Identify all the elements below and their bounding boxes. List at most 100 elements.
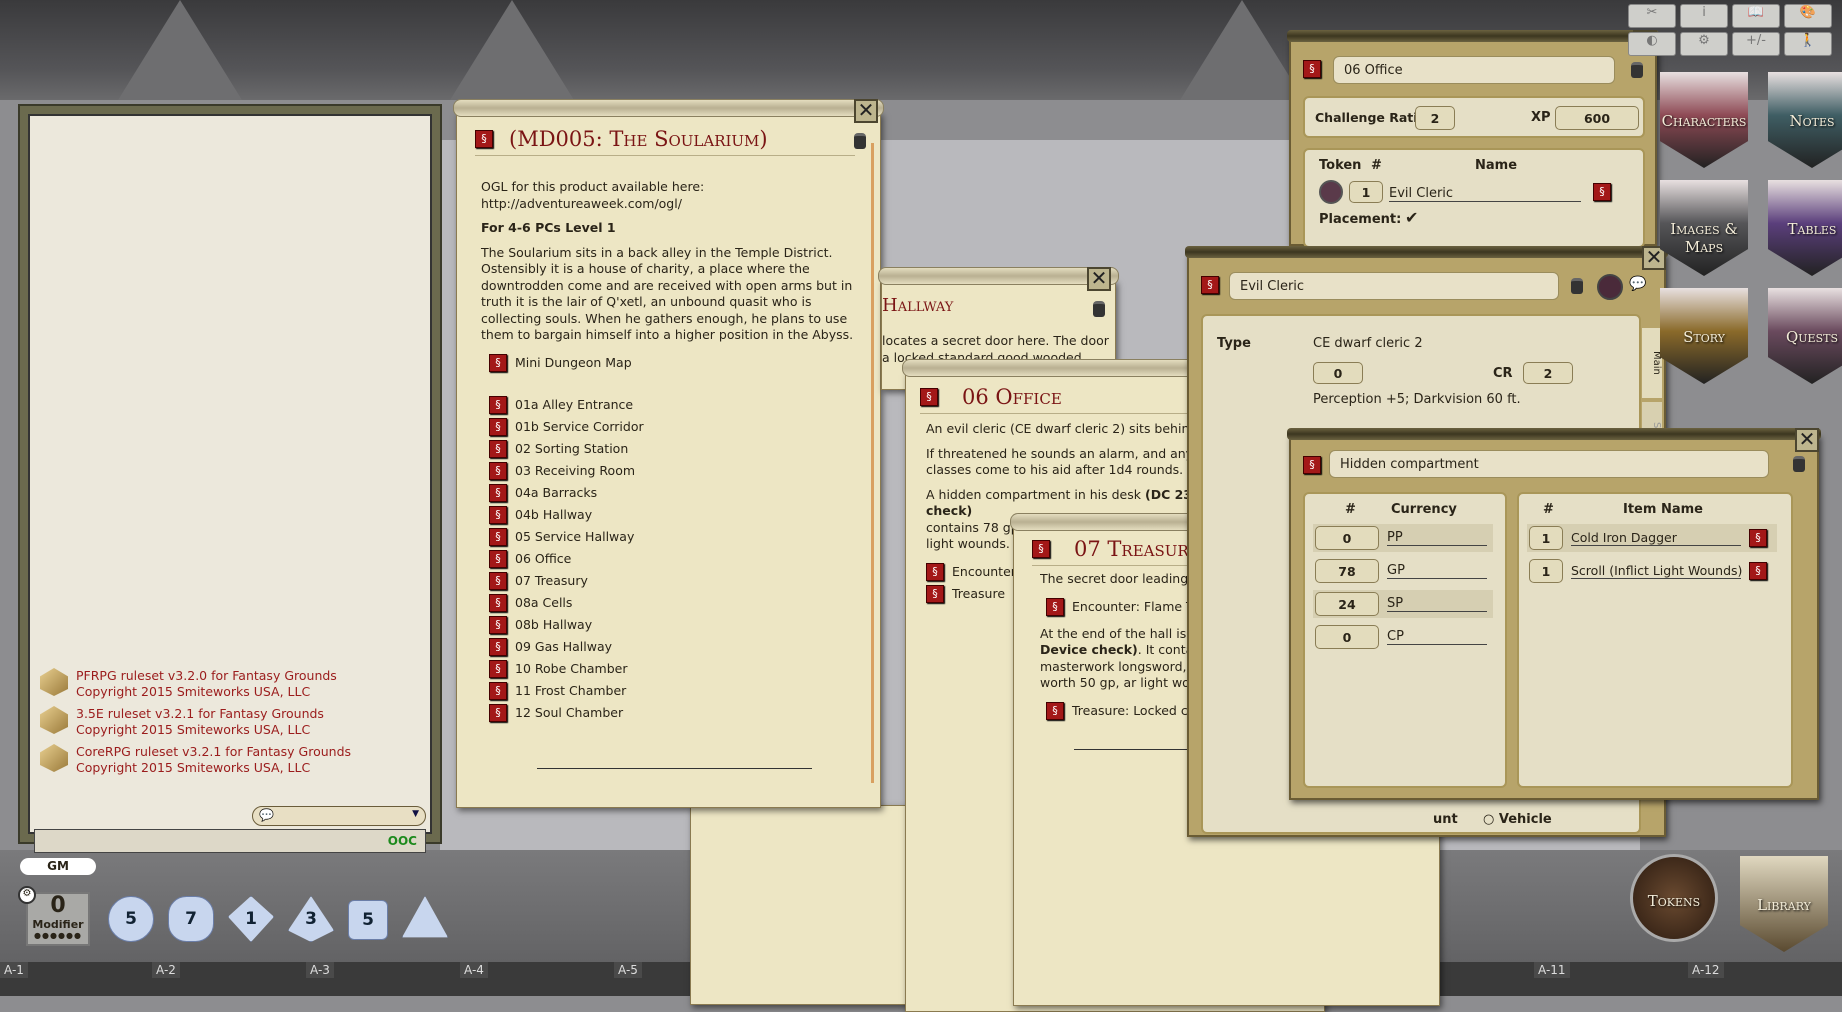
tool-button[interactable]: ◐ <box>1628 32 1676 56</box>
currency-amount[interactable]: 0 <box>1315 625 1379 649</box>
room-link[interactable]: § 06 Office <box>489 548 866 570</box>
link-icon[interactable]: § <box>475 130 493 148</box>
tokens-button[interactable]: Tokens <box>1630 854 1718 942</box>
sidebar-button-tables[interactable]: Tables <box>1768 180 1842 276</box>
room-link[interactable]: § 04a Barracks <box>489 482 866 504</box>
ogl-url[interactable]: http://adventureaweek.com/ogl/ <box>481 196 682 211</box>
grid-label[interactable]: A-5 <box>614 962 642 978</box>
room-link[interactable]: § 02 Sorting Station <box>489 438 866 460</box>
room-link[interactable]: § 11 Frost Chamber <box>489 680 866 702</box>
scrollbar[interactable] <box>871 143 874 783</box>
chat-input[interactable]: OOC <box>34 829 426 853</box>
speech-bubble-icon[interactable]: 💬 <box>1629 276 1646 292</box>
npc-name-field[interactable]: Evil Cleric <box>1229 272 1559 300</box>
d10-die[interactable]: 1 <box>228 896 274 942</box>
sidebar-button-quests[interactable]: Quests <box>1768 288 1842 384</box>
grid-label[interactable]: A-4 <box>460 962 488 978</box>
close-button[interactable]: ✕ <box>854 99 878 123</box>
cr-field[interactable]: 2 <box>1523 362 1573 384</box>
currency-type[interactable]: SP <box>1387 596 1487 612</box>
link-icon[interactable]: § <box>1303 60 1321 78</box>
currency-type[interactable]: CP <box>1387 629 1487 645</box>
token-avatar[interactable] <box>1597 274 1623 300</box>
speaker-select[interactable]: 💬 ▼ <box>252 806 426 826</box>
room-link[interactable]: § 01a Alley Entrance <box>489 394 866 416</box>
item-count[interactable]: 1 <box>1529 559 1563 583</box>
checkmark-icon[interactable]: ✔ <box>1405 208 1418 227</box>
tool-button[interactable]: 📖 <box>1732 4 1780 28</box>
room-link[interactable]: § 03 Receiving Room <box>489 460 866 482</box>
ooc-toggle[interactable]: OOC <box>388 834 417 848</box>
link-icon[interactable]: § <box>1593 183 1611 201</box>
item-name-link[interactable]: Cold Iron Dagger <box>1571 530 1741 546</box>
lock-icon[interactable] <box>1093 301 1105 317</box>
tool-button[interactable]: +/- <box>1732 32 1780 56</box>
encounter-name-field[interactable]: 06 Office <box>1333 56 1615 84</box>
grid-label[interactable]: A-12 <box>1688 962 1724 978</box>
xp-field[interactable]: 600 <box>1555 106 1639 130</box>
lock-icon[interactable] <box>854 133 866 149</box>
room-link[interactable]: § 07 Treasury <box>489 570 866 592</box>
room-link[interactable]: § 01b Service Corridor <box>489 416 866 438</box>
npc-count[interactable]: 1 <box>1349 181 1383 203</box>
currency-type[interactable]: PP <box>1387 530 1487 546</box>
token-avatar[interactable] <box>1319 180 1343 204</box>
lock-icon[interactable] <box>1793 456 1805 472</box>
link-icon[interactable]: § <box>1749 529 1767 547</box>
lock-icon[interactable] <box>1631 62 1643 78</box>
room-link[interactable]: § 09 Gas Hallway <box>489 636 866 658</box>
d12-die[interactable]: 7 <box>168 896 214 942</box>
currency-amount[interactable]: 0 <box>1315 526 1379 550</box>
item-name-link[interactable]: Scroll (Inflict Light Wounds) <box>1571 563 1742 579</box>
tool-button[interactable]: 🚶 <box>1784 32 1832 56</box>
close-button[interactable]: ✕ <box>1795 428 1819 452</box>
ogl-text: OGL for this product available here: <box>481 179 705 194</box>
currency-type[interactable]: GP <box>1387 563 1487 579</box>
grid-label[interactable]: A-11 <box>1534 962 1570 978</box>
currency-amount[interactable]: 78 <box>1315 559 1379 583</box>
tool-button[interactable]: 🎨 <box>1784 4 1832 28</box>
tab-main[interactable]: Main <box>1642 328 1662 398</box>
tool-button[interactable]: ✂ <box>1628 4 1676 28</box>
grid-label[interactable]: A-3 <box>306 962 334 978</box>
room-link[interactable]: § 08b Hallway <box>489 614 866 636</box>
sidebar-button-images-maps[interactable]: Images & Maps <box>1660 180 1748 276</box>
link-icon[interactable]: § <box>1032 540 1050 558</box>
room-link[interactable]: § 05 Service Hallway <box>489 526 866 548</box>
level-text: For 4-6 PCs Level 1 <box>481 220 616 235</box>
sidebar-button-story[interactable]: Story <box>1660 288 1748 384</box>
radio-mount[interactable]: unt <box>1433 812 1458 827</box>
tool-button[interactable]: i <box>1680 4 1728 28</box>
sidebar-button-notes[interactable]: Notes <box>1768 72 1842 168</box>
room-link[interactable]: § 10 Robe Chamber <box>489 658 866 680</box>
cr-field[interactable]: 2 <box>1415 106 1455 130</box>
room-link[interactable]: § 12 Soul Chamber <box>489 702 866 724</box>
room-link[interactable]: § 04b Hallway <box>489 504 866 526</box>
room-link[interactable]: § 08a Cells <box>489 592 866 614</box>
close-button[interactable]: ✕ <box>1087 267 1111 291</box>
sidebar-button-characters[interactable]: Characters <box>1660 72 1748 168</box>
lock-icon[interactable] <box>1571 278 1583 294</box>
d20-die[interactable]: 5 <box>108 896 154 942</box>
link-icon[interactable]: § <box>920 388 938 406</box>
link-icon[interactable]: § <box>1303 456 1321 474</box>
radio-vehicle[interactable]: ○ Vehicle <box>1483 812 1552 827</box>
npc-field[interactable]: 0 <box>1313 362 1363 384</box>
tool-button[interactable]: ⚙ <box>1680 32 1728 56</box>
modifier-box[interactable]: 0 Modifier ●●●●●● <box>26 892 90 946</box>
grid-label[interactable]: A-1 <box>0 962 28 978</box>
npc-name-link[interactable]: Evil Cleric <box>1389 186 1581 202</box>
map-link[interactable]: § Mini Dungeon Map <box>481 352 866 374</box>
gear-icon[interactable]: ⚙ <box>18 886 36 904</box>
item-count[interactable]: 1 <box>1529 526 1563 550</box>
gm-label[interactable]: GM <box>20 858 96 875</box>
d4-die[interactable] <box>402 896 448 938</box>
parcel-name-field[interactable]: Hidden compartment <box>1329 450 1769 478</box>
type-label: Type <box>1217 336 1251 351</box>
currency-amount[interactable]: 24 <box>1315 592 1379 616</box>
link-icon[interactable]: § <box>1201 276 1219 294</box>
d6-die[interactable]: 5 <box>348 900 388 940</box>
grid-label[interactable]: A-2 <box>152 962 180 978</box>
d8-die[interactable]: 3 <box>288 896 334 942</box>
link-icon[interactable]: § <box>1749 562 1767 580</box>
